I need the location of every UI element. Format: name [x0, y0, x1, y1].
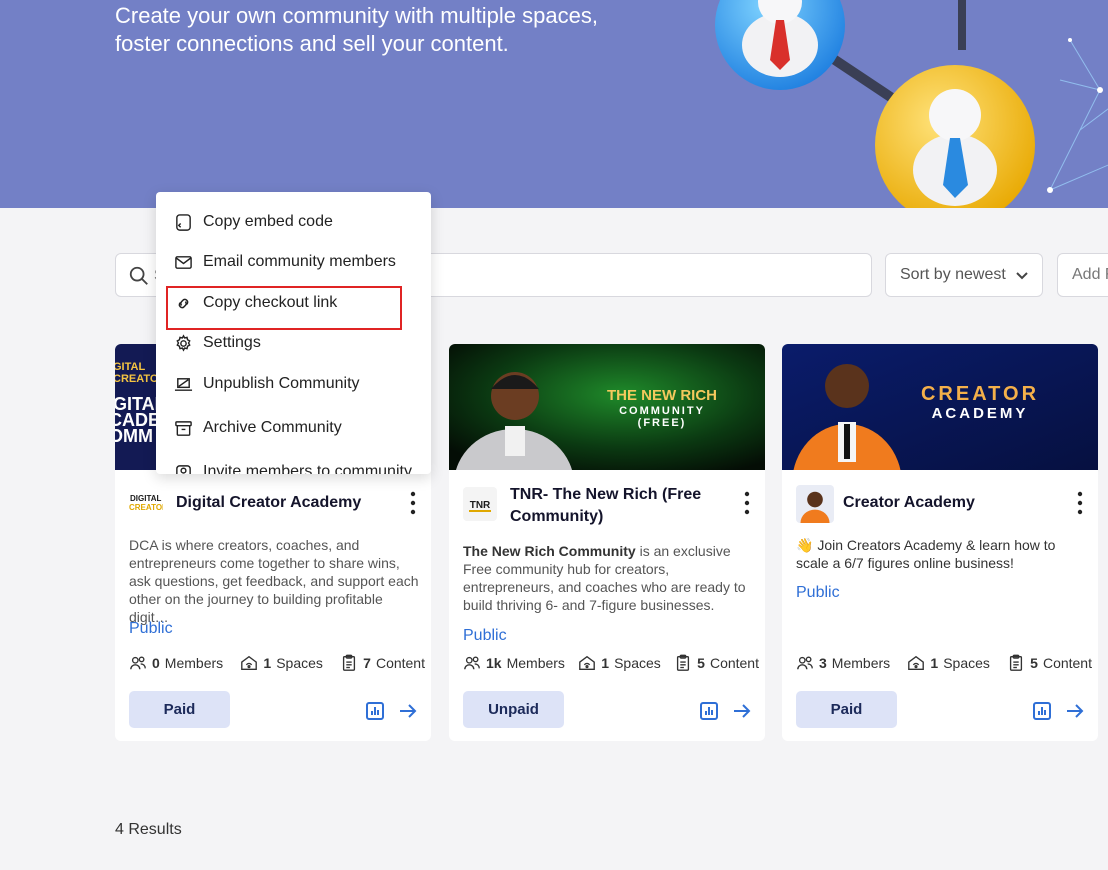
price-badge[interactable]: Paid [129, 691, 230, 728]
members-stat: 0 Members [129, 654, 223, 672]
visibility-label: Public [463, 627, 507, 644]
card-title[interactable]: TNR- The New Rich (Free Community) [510, 484, 730, 528]
svg-text:ACADEMY: ACADEMY [932, 405, 1029, 422]
more-options-icon[interactable] [739, 490, 755, 516]
card-logo: TNR [463, 487, 497, 521]
analytics-icon[interactable] [1032, 701, 1052, 721]
community-card-tnr[interactable]: THE NEW RICH COMMUNITY (FREE) TNR TNR- T… [449, 344, 765, 741]
content-icon [1010, 654, 1023, 671]
content-stat: 7 Content [340, 654, 425, 672]
analytics-icon[interactable] [365, 701, 385, 721]
hero-tagline-line1: Create your own community with multiple … [115, 3, 598, 28]
highlight-box [166, 286, 402, 330]
community-card-creator-academy[interactable]: CREATOR ACADEMY Creator Academy 👋 Join C… [782, 344, 1098, 741]
card-description: The New Rich Community is an exclusive F… [463, 543, 746, 613]
svg-text:THE NEW RICH: THE NEW RICH [607, 387, 717, 404]
spaces-icon [908, 655, 925, 670]
card-options-menu: Copy embed code Email community members … [156, 192, 431, 474]
card-logo: DIGITAL CREATOR [129, 487, 163, 521]
hero-banner: Create your own community with multiple … [0, 0, 1108, 208]
svg-text:TNR: TNR [470, 500, 491, 511]
menu-item-invite-members[interactable]: Invite members to community [174, 460, 412, 474]
members-icon [464, 656, 480, 670]
svg-text:DIGITAL: DIGITAL [130, 494, 162, 503]
hero-tagline: Create your own community with multiple … [115, 2, 675, 58]
content-icon [343, 654, 356, 671]
spaces-stat: 1 Spaces [907, 654, 990, 672]
add-button[interactable]: Add F [1057, 253, 1108, 297]
spaces-icon [241, 655, 258, 670]
card-logo [796, 485, 834, 523]
embed-icon [176, 213, 191, 231]
card-title[interactable]: Creator Academy [843, 492, 1063, 514]
menu-item-archive[interactable]: Archive Community [174, 416, 342, 440]
content-stat: 5 Content [674, 654, 759, 672]
mail-icon [175, 255, 192, 269]
spaces-stat: 1 Spaces [240, 654, 323, 672]
community-illustration [715, 0, 1108, 208]
members-stat: 3 Members [796, 654, 890, 672]
results-count: 4 Results [115, 821, 182, 838]
visibility-label: Public [129, 620, 173, 637]
card-stats: 3 Members 1 Spaces 5 Content [796, 654, 1092, 672]
svg-text:COMMUNITY: COMMUNITY [619, 405, 705, 417]
menu-item-unpublish[interactable]: Unpublish Community [174, 372, 360, 396]
gear-icon [176, 333, 191, 352]
visibility-label: Public [796, 584, 840, 601]
arrow-right-icon[interactable] [1065, 702, 1085, 720]
price-badge[interactable]: Paid [796, 691, 897, 728]
content-stat: 5 Content [1007, 654, 1092, 672]
svg-text:CREATOR: CREATOR [921, 383, 1039, 405]
card-banner: CREATOR ACADEMY [782, 344, 1098, 470]
archive-icon [175, 420, 192, 436]
card-stats: 1k Members 1 Spaces 5 Content [463, 654, 759, 672]
svg-text:(FREE): (FREE) [638, 417, 687, 429]
hero-tagline-line2: foster connections and sell your content… [115, 31, 509, 56]
invite-icon [176, 464, 191, 474]
sort-label: Sort by newest [900, 266, 1006, 283]
sort-select[interactable]: Sort by newest [885, 253, 1043, 297]
card-description: DCA is where creators, coaches, and entr… [129, 537, 419, 625]
analytics-icon[interactable] [699, 701, 719, 721]
arrow-right-icon[interactable] [732, 702, 752, 720]
chevron-down-icon [1016, 272, 1028, 280]
svg-text:GITAL: GITAL [115, 361, 145, 373]
search-icon [129, 266, 148, 285]
svg-text:CREATOR: CREATOR [129, 503, 163, 512]
more-options-icon[interactable] [405, 490, 421, 516]
card-title[interactable]: Digital Creator Academy [176, 492, 396, 514]
price-badge[interactable]: Unpaid [463, 691, 564, 728]
laptop-icon [174, 377, 193, 391]
more-options-icon[interactable] [1072, 490, 1088, 516]
members-icon [130, 656, 146, 670]
menu-item-settings[interactable]: Settings [174, 331, 261, 355]
content-icon [677, 654, 690, 671]
members-stat: 1k Members [463, 654, 565, 672]
menu-item-copy-embed-code[interactable]: Copy embed code [174, 210, 333, 234]
card-banner: THE NEW RICH COMMUNITY (FREE) [449, 344, 765, 470]
card-stats: 0 Members 1 Spaces 7 Content [129, 654, 425, 672]
arrow-right-icon[interactable] [398, 702, 418, 720]
card-description: 👋 Join Creators Academy & learn how to s… [796, 537, 1056, 571]
spaces-stat: 1 Spaces [578, 654, 661, 672]
svg-text:OMM: OMM [115, 426, 153, 446]
members-icon [797, 656, 813, 670]
spaces-icon [579, 655, 596, 670]
menu-item-email-members[interactable]: Email community members [174, 250, 396, 274]
